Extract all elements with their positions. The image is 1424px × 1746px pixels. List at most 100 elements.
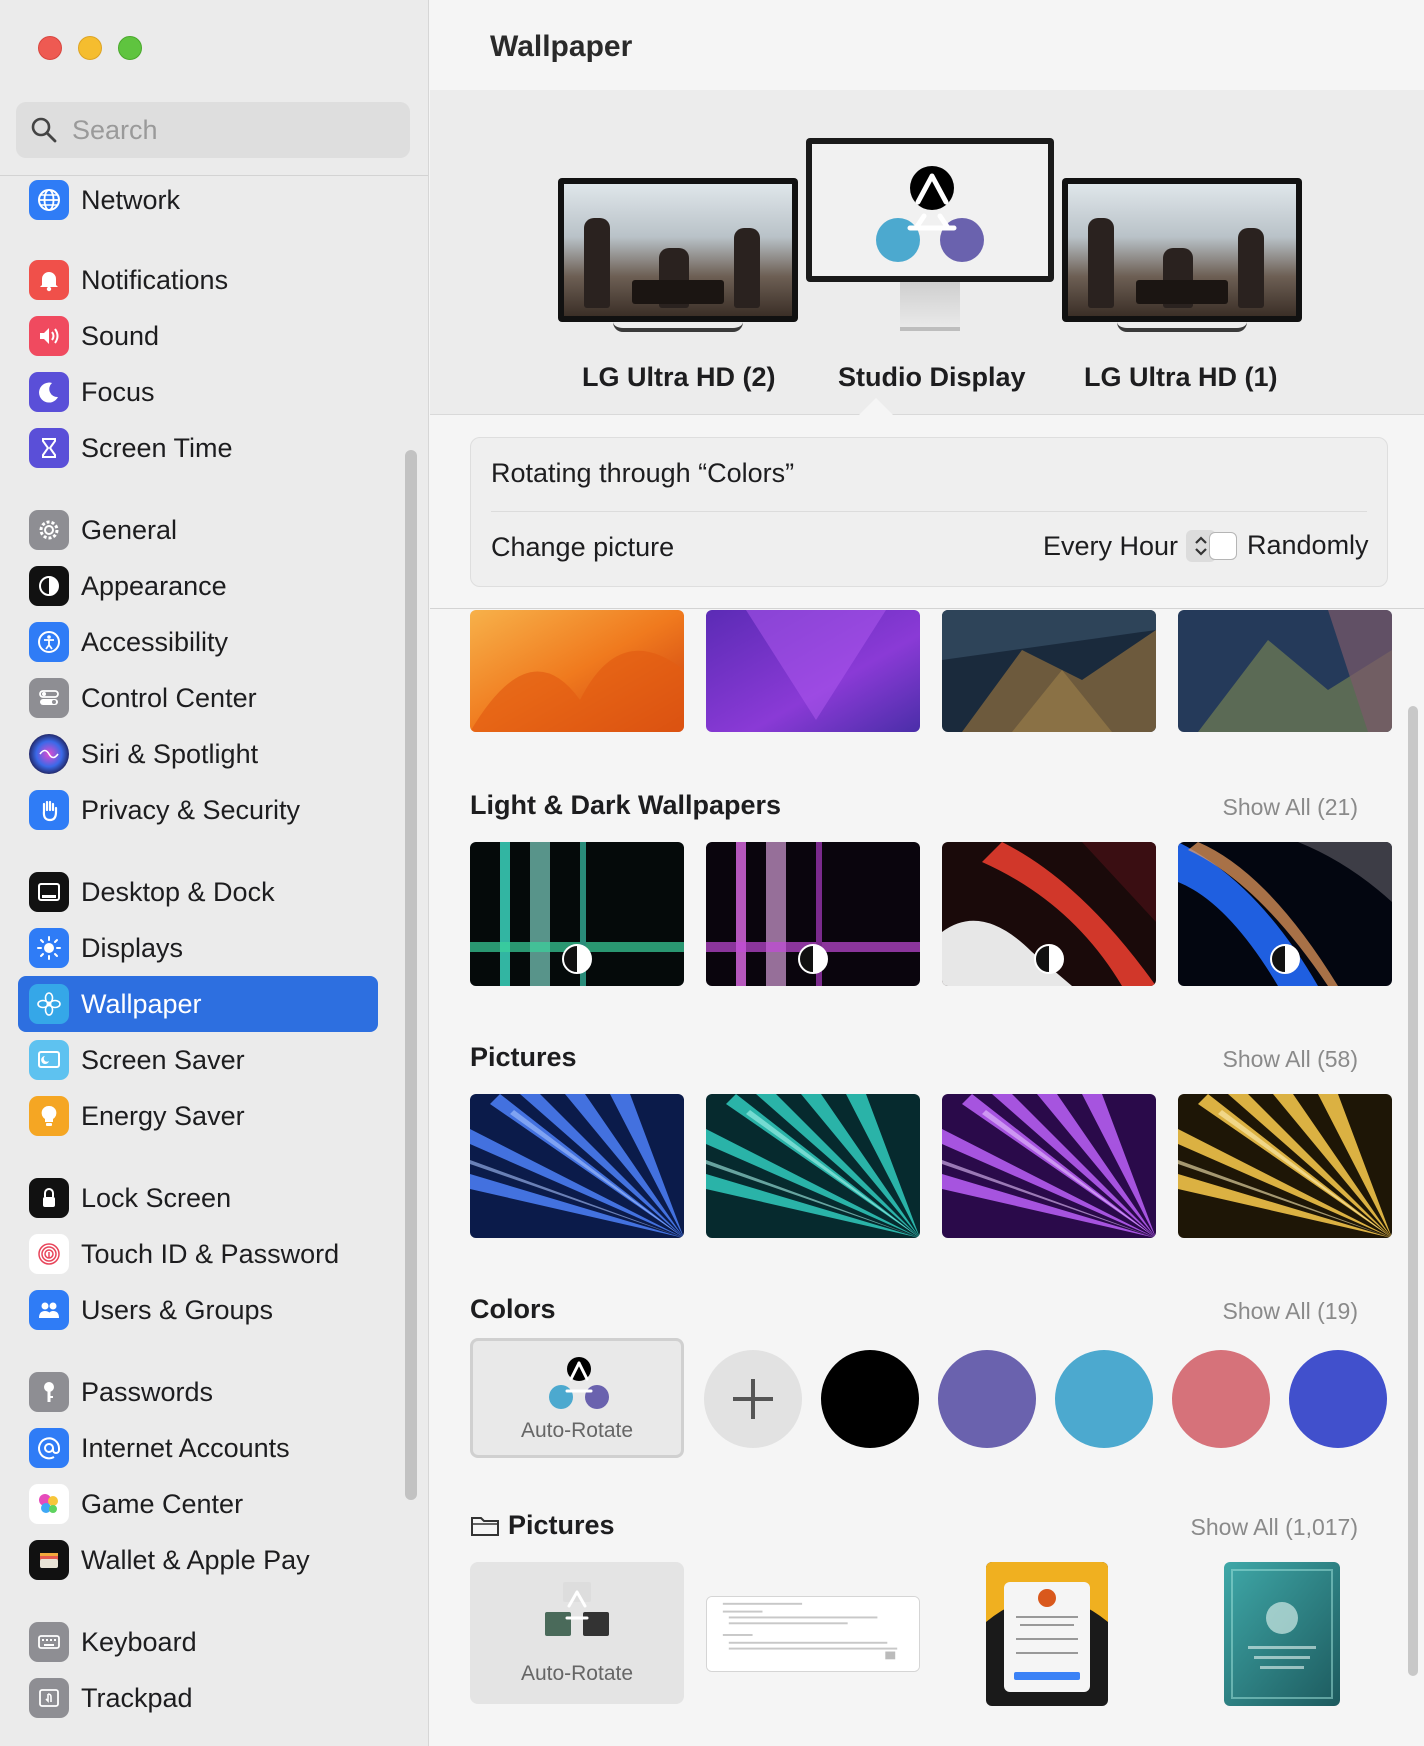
auto-rotate-folder-tile[interactable]: Auto-Rotate	[470, 1562, 684, 1704]
close-window-button[interactable]	[38, 36, 62, 60]
color-swatch[interactable]	[938, 1350, 1036, 1448]
sidebar-item-internet-accounts[interactable]: Internet Accounts	[18, 1420, 378, 1476]
wallpaper-thumbnail[interactable]	[470, 610, 684, 732]
sidebar-item-users-groups[interactable]: Users & Groups	[18, 1282, 378, 1338]
hand-icon	[29, 790, 69, 830]
sidebar-item-lock-screen[interactable]: Lock Screen	[18, 1170, 378, 1226]
sidebar-item-trackpad[interactable]: Trackpad	[18, 1670, 378, 1726]
sidebar-item-label: Notifications	[81, 264, 229, 295]
light-dark-mode-icon	[1270, 944, 1300, 974]
search-input[interactable]	[72, 114, 372, 146]
sidebar-item-label: Sound	[81, 320, 160, 351]
accessibility-icon	[29, 622, 69, 662]
display-picker: LG Ultra HD (2) Studio Display LG Ultra …	[430, 90, 1424, 415]
color-swatch[interactable]	[1172, 1350, 1270, 1448]
wallpaper-thumbnail[interactable]	[1178, 610, 1392, 732]
sidebar-item-wallet[interactable]: Wallet & Apple Pay	[18, 1532, 378, 1588]
color-swatch[interactable]	[1289, 1350, 1387, 1448]
color-swatch[interactable]	[1055, 1350, 1153, 1448]
search-icon	[31, 117, 57, 143]
wallpaper-thumbnail[interactable]	[706, 1094, 920, 1238]
section-title-text: Pictures	[508, 1510, 615, 1540]
minimize-window-button[interactable]	[78, 36, 102, 60]
search-field[interactable]	[16, 102, 410, 158]
wallpaper-thumbnail[interactable]	[1178, 1094, 1392, 1238]
sidebar-item-label: Screen Time	[81, 432, 233, 463]
display-studio-display[interactable]: Studio Display	[806, 138, 1054, 392]
wallpaper-thumbnail[interactable]	[470, 1094, 684, 1238]
sidebar-item-game-center[interactable]: Game Center	[18, 1476, 378, 1532]
display-preview	[558, 178, 798, 322]
rotating-label: Rotating through “Colors”	[491, 458, 795, 488]
show-all-light-dark[interactable]: Show All (21)	[1222, 794, 1358, 821]
wallpaper-thumbnail[interactable]	[942, 610, 1156, 732]
sidebar-item-siri-spotlight[interactable]: Siri & Spotlight	[18, 726, 378, 782]
plus-icon	[733, 1379, 773, 1419]
wallpaper-thumbnail[interactable]	[1178, 842, 1392, 986]
folder-picture-thumbnail[interactable]	[986, 1562, 1108, 1706]
section-title-light-dark: Light & Dark Wallpapers	[470, 790, 782, 820]
sidebar-item-privacy-security[interactable]: Privacy & Security	[18, 782, 378, 838]
folder-picture-thumbnail[interactable]	[1224, 1562, 1340, 1706]
show-all-folder[interactable]: Show All (1,017)	[1191, 1514, 1358, 1541]
key-icon	[29, 1372, 69, 1412]
sidebar: Network Notifications Sound Focus Screen…	[0, 0, 429, 1746]
show-all-pictures[interactable]: Show All (58)	[1222, 1046, 1358, 1073]
interval-popup[interactable]: Every Hour	[1043, 530, 1217, 562]
sidebar-item-keyboard[interactable]: Keyboard	[18, 1614, 378, 1670]
display-lg-ultra-hd-1[interactable]: LG Ultra HD (1)	[1062, 178, 1302, 392]
section-title-colors: Colors	[470, 1294, 556, 1324]
page-title: Wallpaper	[490, 30, 633, 63]
sidebar-item-sound[interactable]: Sound	[18, 308, 378, 364]
sidebar-scrollbar[interactable]	[405, 450, 417, 1500]
light-dark-mode-icon	[798, 944, 828, 974]
wallpaper-thumbnail[interactable]	[942, 1094, 1156, 1238]
sidebar-item-screen-saver[interactable]: Screen Saver	[18, 1032, 378, 1088]
color-swatch[interactable]	[821, 1350, 919, 1448]
sidebar-item-label: Appearance	[81, 570, 227, 601]
folder-picture-thumbnail[interactable]	[706, 1596, 920, 1672]
wallpaper-thumbnail[interactable]	[706, 610, 920, 732]
section-title-pictures: Pictures	[470, 1042, 577, 1072]
siri-icon	[29, 734, 69, 774]
sidebar-item-desktop-dock[interactable]: Desktop & Dock	[18, 864, 378, 920]
wallpaper-thumbnail[interactable]	[942, 842, 1156, 986]
add-color-button[interactable]	[704, 1350, 802, 1448]
sidebar-item-wallpaper[interactable]: Wallpaper	[18, 976, 378, 1032]
dock-icon	[29, 872, 69, 912]
sidebar-item-control-center[interactable]: Control Center	[18, 670, 378, 726]
wallpaper-thumbnail[interactable]	[470, 842, 684, 986]
sidebar-item-label: Focus	[81, 376, 155, 407]
content-divider	[430, 608, 1424, 609]
sidebar-item-screen-time[interactable]: Screen Time	[18, 420, 378, 476]
sidebar-item-passwords[interactable]: Passwords	[18, 1364, 378, 1420]
auto-rotate-icon	[549, 1357, 609, 1409]
randomly-toggle[interactable]: Randomly	[1209, 530, 1369, 561]
sidebar-item-energy-saver[interactable]: Energy Saver	[18, 1088, 378, 1144]
sidebar-item-network[interactable]: Network	[18, 172, 378, 228]
display-lg-ultra-hd-2[interactable]: LG Ultra HD (2)	[558, 178, 798, 392]
sidebar-item-displays[interactable]: Displays	[18, 920, 378, 976]
sidebar-item-appearance[interactable]: Appearance	[18, 558, 378, 614]
sidebar-item-label: Lock Screen	[81, 1182, 232, 1213]
sidebar-item-label: Privacy & Security	[81, 794, 301, 825]
wallpaper-thumbnail[interactable]	[706, 842, 920, 986]
show-all-colors[interactable]: Show All (19)	[1222, 1298, 1358, 1325]
sidebar-item-label: Network	[81, 184, 181, 215]
display-label: LG Ultra HD (2)	[582, 362, 776, 392]
section-title-folder-pictures: Pictures	[470, 1510, 615, 1541]
sidebar-item-notifications[interactable]: Notifications	[18, 252, 378, 308]
hourglass-icon	[29, 428, 69, 468]
sidebar-item-label: Game Center	[81, 1488, 244, 1519]
zoom-window-button[interactable]	[118, 36, 142, 60]
randomly-checkbox[interactable]	[1209, 531, 1237, 560]
main-scrollbar[interactable]	[1408, 706, 1418, 1676]
sidebar-item-accessibility[interactable]: Accessibility	[18, 614, 378, 670]
speaker-icon	[29, 316, 69, 356]
sidebar-item-general[interactable]: General	[18, 502, 378, 558]
users-icon	[29, 1290, 69, 1330]
sidebar-item-focus[interactable]: Focus	[18, 364, 378, 420]
auto-rotate-colors-tile[interactable]: Auto-Rotate	[470, 1338, 684, 1458]
sidebar-item-label: Touch ID & Password	[81, 1238, 340, 1269]
sidebar-item-touch-id[interactable]: Touch ID & Password	[18, 1226, 378, 1282]
